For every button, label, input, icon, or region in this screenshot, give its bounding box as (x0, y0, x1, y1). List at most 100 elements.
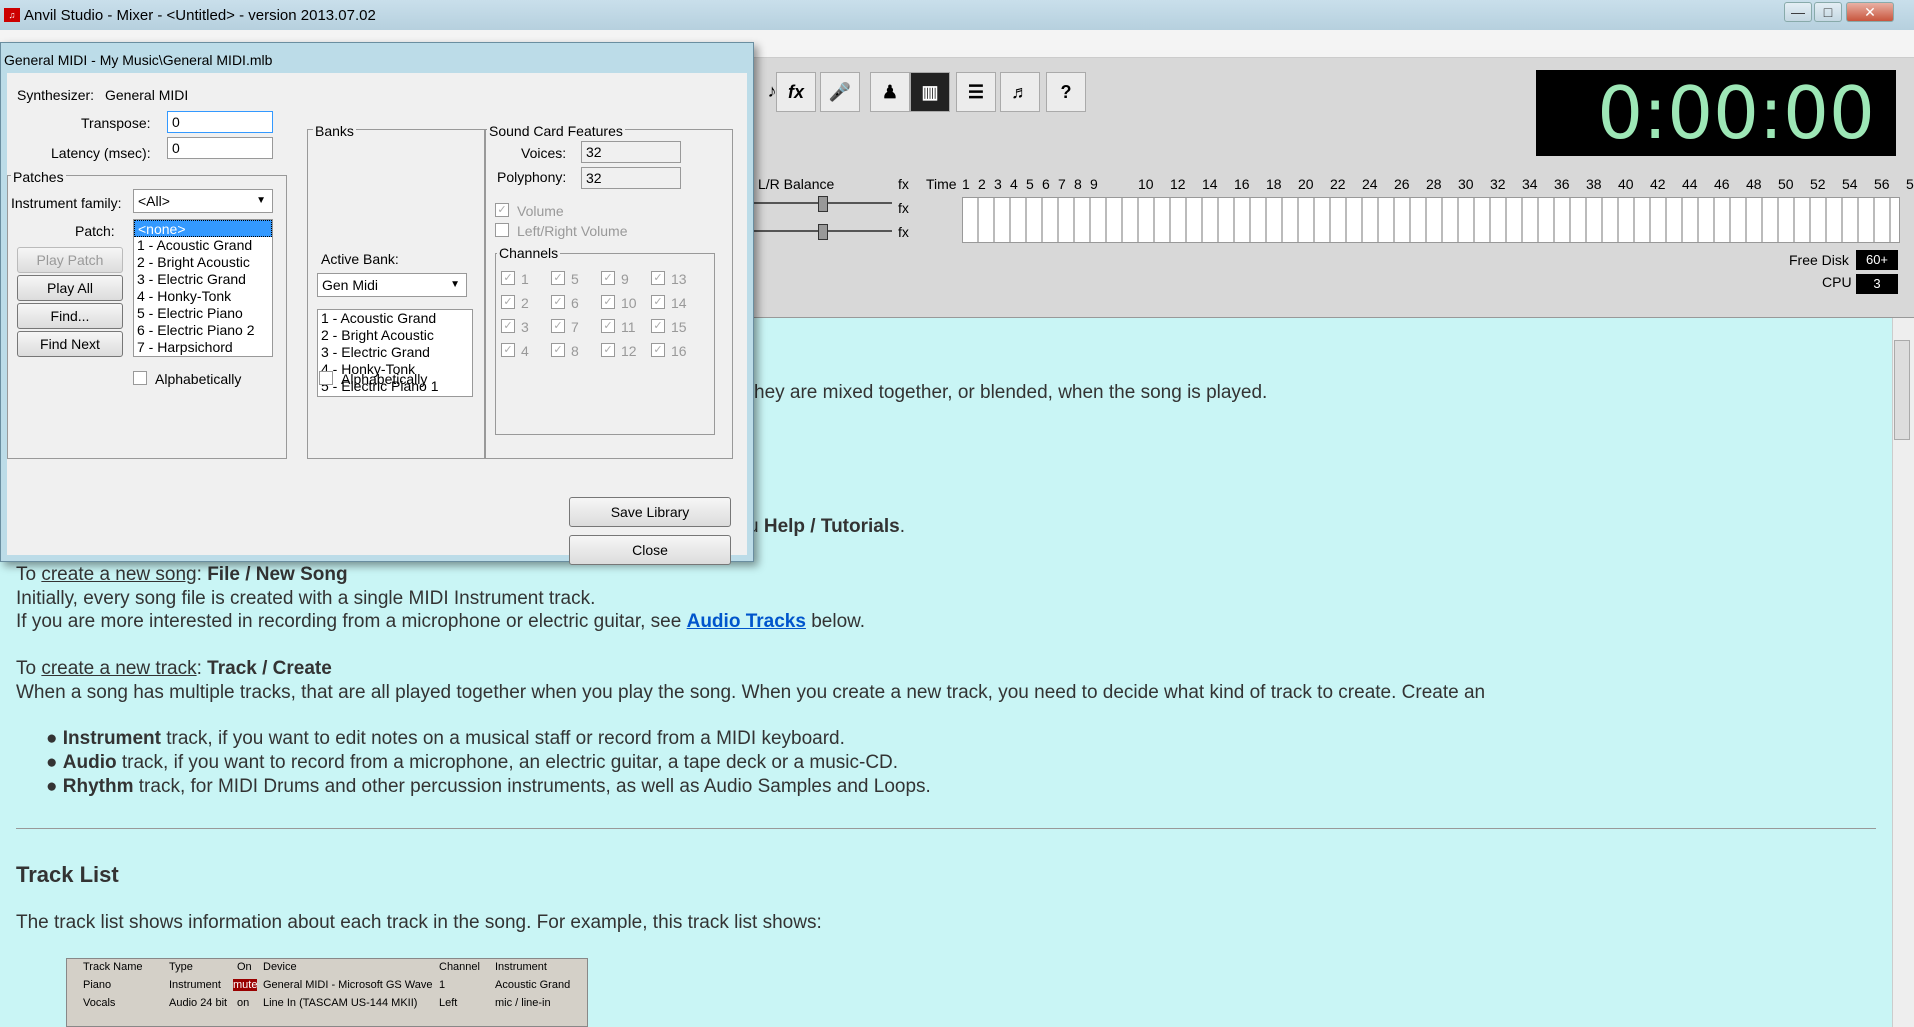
help-line-5: When a song has multiple tracks, that ar… (16, 682, 1486, 703)
tl-cell: Line In (TASCAM US-144 MKII) (263, 997, 418, 1009)
active-bank-select[interactable]: Gen Midi (317, 273, 467, 297)
timeline-tick: 2 (978, 176, 986, 192)
channel-checkbox[interactable]: ✓ (551, 295, 565, 309)
balance-knob-1[interactable] (818, 196, 828, 212)
volume-label: Volume (517, 203, 564, 219)
channel-checkbox[interactable]: ✓ (551, 343, 565, 357)
tl-cell: mic / line-in (495, 997, 551, 1009)
latency-input[interactable]: 0 (167, 137, 273, 159)
alphabetically-label: Alphabetically (155, 371, 242, 387)
metronome-icon[interactable]: ♬ (1000, 72, 1040, 112)
patch-list-item[interactable]: 7 - Harpsichord (134, 339, 272, 356)
help-line-4: If you are more interested in recording … (16, 611, 866, 632)
save-library-button[interactable]: Save Library (569, 497, 731, 527)
timeline-tick: 1 (962, 176, 970, 192)
free-disk-label: Free Disk (1789, 252, 1849, 268)
timeline-tick: 56 (1874, 176, 1890, 192)
lr-balance-header: L/R Balance (758, 176, 835, 192)
free-disk-value: 60+ (1856, 250, 1898, 270)
patch-list-item[interactable]: 3 - Electric Grand (134, 271, 272, 288)
polyphony-value: 32 (581, 167, 681, 189)
patch-list-item[interactable]: 5 - Electric Piano (134, 305, 272, 322)
timeline-tick: 14 (1202, 176, 1218, 192)
patch-list[interactable]: <none> 1 - Acoustic Grand 2 - Bright Acous… (133, 219, 273, 357)
timeline-tick: 38 (1586, 176, 1602, 192)
channel-label: 16 (671, 343, 687, 359)
patch-list-item[interactable]: <none> (134, 220, 272, 237)
help-icon[interactable]: ? (1046, 72, 1086, 112)
patch-list-item[interactable]: 1 - Acoustic Grand (134, 237, 272, 254)
patch-list-item[interactable]: 2 - Bright Acoustic (134, 254, 272, 271)
channel-checkbox[interactable]: ✓ (651, 343, 665, 357)
mixer-icon[interactable]: ☰ (956, 72, 996, 112)
lr-volume-checkbox[interactable] (495, 223, 509, 237)
balance-knob-2[interactable] (818, 224, 828, 240)
dialog-title: General MIDI - My Music\General MIDI.mlb (4, 52, 273, 68)
timeline-tick: 52 (1810, 176, 1826, 192)
play-patch-button[interactable]: Play Patch (17, 247, 123, 273)
channel-label: 8 (571, 343, 579, 359)
lr-volume-label: Left/Right Volume (517, 223, 628, 239)
channel-checkbox[interactable]: ✓ (501, 295, 515, 309)
tl-cell: Vocals (83, 997, 116, 1009)
channel-checkbox[interactable]: ✓ (651, 319, 665, 333)
minimize-button[interactable]: — (1784, 2, 1812, 22)
find-next-button[interactable]: Find Next (17, 331, 123, 357)
family-label: Instrument family: (11, 195, 122, 211)
create-track-link[interactable]: create a new track (41, 658, 196, 679)
bullet-instrument: ● Instrument track, if you want to edit … (46, 728, 845, 749)
tl-header-device: Device (263, 961, 297, 973)
channel-label: 9 (621, 271, 629, 287)
bank-list-item[interactable]: 3 - Electric Grand (318, 344, 472, 361)
timeline-tick: 28 (1426, 176, 1442, 192)
fx-icon[interactable]: fx (776, 72, 816, 112)
transpose-input[interactable]: 0 (167, 111, 273, 133)
channel-checkbox[interactable]: ✓ (651, 271, 665, 285)
volume-checkbox[interactable]: ✓ (495, 203, 509, 217)
channel-checkbox[interactable]: ✓ (551, 271, 565, 285)
patch-list-item[interactable]: 6 - Electric Piano 2 (134, 322, 272, 339)
track-fx-2[interactable]: fx (898, 224, 909, 246)
scrollbar-thumb[interactable] (1894, 340, 1910, 440)
tl-cell: Piano (83, 979, 112, 991)
tl-cell: Acoustic Grand (495, 979, 571, 991)
channel-checkbox[interactable]: ✓ (601, 271, 615, 285)
alphabetically-bank-checkbox[interactable] (319, 371, 333, 385)
track-grid[interactable] (962, 197, 1900, 243)
play-all-button[interactable]: Play All (17, 275, 123, 301)
channel-checkbox[interactable]: ✓ (601, 343, 615, 357)
track-fx-1[interactable]: fx (898, 200, 909, 222)
maximize-button[interactable]: □ (1814, 2, 1842, 22)
family-select[interactable]: <All> (133, 189, 273, 213)
audio-tracks-link[interactable]: Audio Tracks (687, 611, 806, 632)
channel-label: 4 (521, 343, 529, 359)
close-window-button[interactable]: ✕ (1846, 2, 1894, 22)
sequencer-icon[interactable]: ♟ (870, 72, 910, 112)
patch-list-item[interactable]: 4 - Honky-Tonk (134, 288, 272, 305)
microphone-icon[interactable]: 🎤 (820, 72, 860, 112)
dialog-close-button[interactable]: Close (569, 535, 731, 565)
channel-checkbox[interactable]: ✓ (601, 295, 615, 309)
channel-checkbox[interactable]: ✓ (651, 295, 665, 309)
channel-checkbox[interactable]: ✓ (501, 319, 515, 333)
channel-checkbox[interactable]: ✓ (501, 271, 515, 285)
channel-checkbox[interactable]: ✓ (601, 319, 615, 333)
timeline-tick: 20 (1298, 176, 1314, 192)
tl-header-name: Track Name (83, 961, 143, 973)
bank-list-item[interactable]: 1 - Acoustic Grand (318, 310, 472, 327)
general-midi-dialog: General MIDI - My Music\General MIDI.mlb… (0, 42, 754, 565)
alphabetically-checkbox[interactable] (133, 371, 147, 385)
alphabetically-bank-label: Alphabetically (341, 371, 428, 387)
timeline-tick: 30 (1458, 176, 1474, 192)
channel-checkbox[interactable]: ✓ (501, 343, 515, 357)
bank-list-item[interactable]: 2 - Bright Acoustic (318, 327, 472, 344)
banks-label: Banks (313, 123, 356, 139)
timeline-tick: 24 (1362, 176, 1378, 192)
create-song-link[interactable]: create a new song (41, 564, 196, 585)
channel-checkbox[interactable]: ✓ (551, 319, 565, 333)
keyboard-icon[interactable]: ▥ (910, 72, 950, 112)
timeline-tick: 36 (1554, 176, 1570, 192)
timeline-tick: 44 (1682, 176, 1698, 192)
find-button[interactable]: Find... (17, 303, 123, 329)
dialog-body: Synthesizer: General MIDI Transpose: 0 L… (7, 73, 747, 565)
